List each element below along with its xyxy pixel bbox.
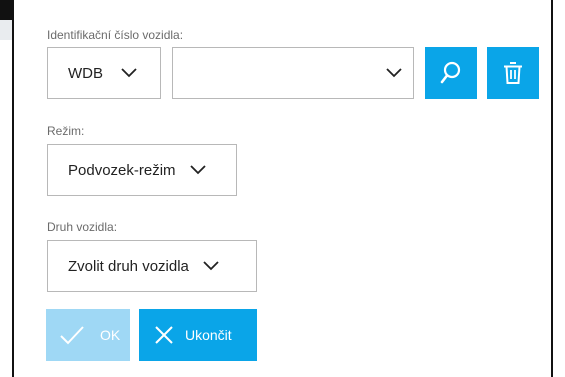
mode-label: Režim: xyxy=(47,124,85,138)
vin-number-select[interactable] xyxy=(172,47,414,99)
vehicle-identification-dialog: Identifikační číslo vozidla: WDB Režim: … xyxy=(12,0,553,377)
mode-select[interactable]: Podvozek-režim xyxy=(47,144,237,196)
vin-prefix-value: WDB xyxy=(68,64,103,82)
vehicle-type-select[interactable]: Zvolit druh vozidla xyxy=(47,240,257,292)
vehicle-type-value: Zvolit druh vozidla xyxy=(68,257,189,275)
vehicle-type-label: Druh vozidla: xyxy=(47,220,118,234)
ok-button-label: OK xyxy=(100,327,121,343)
chevron-down-icon xyxy=(386,68,402,78)
vin-label: Identifikační číslo vozidla: xyxy=(47,28,184,42)
checkmark-icon xyxy=(60,326,84,345)
cancel-button-label: Ukončit xyxy=(185,327,232,343)
chevron-down-icon xyxy=(203,261,219,271)
search-icon xyxy=(440,61,461,84)
chevron-down-icon xyxy=(121,68,137,78)
mode-value: Podvozek-režim xyxy=(68,161,176,179)
cancel-button[interactable]: Ukončit xyxy=(139,309,257,361)
close-icon xyxy=(155,326,173,344)
chevron-down-icon xyxy=(189,165,206,175)
search-button[interactable] xyxy=(425,47,477,99)
delete-button[interactable] xyxy=(487,47,539,99)
page: Identifikační číslo vozidla: WDB Režim: … xyxy=(0,0,565,377)
ok-button[interactable]: OK xyxy=(46,309,130,361)
trash-icon xyxy=(504,62,522,84)
vin-prefix-select[interactable]: WDB xyxy=(47,47,161,99)
